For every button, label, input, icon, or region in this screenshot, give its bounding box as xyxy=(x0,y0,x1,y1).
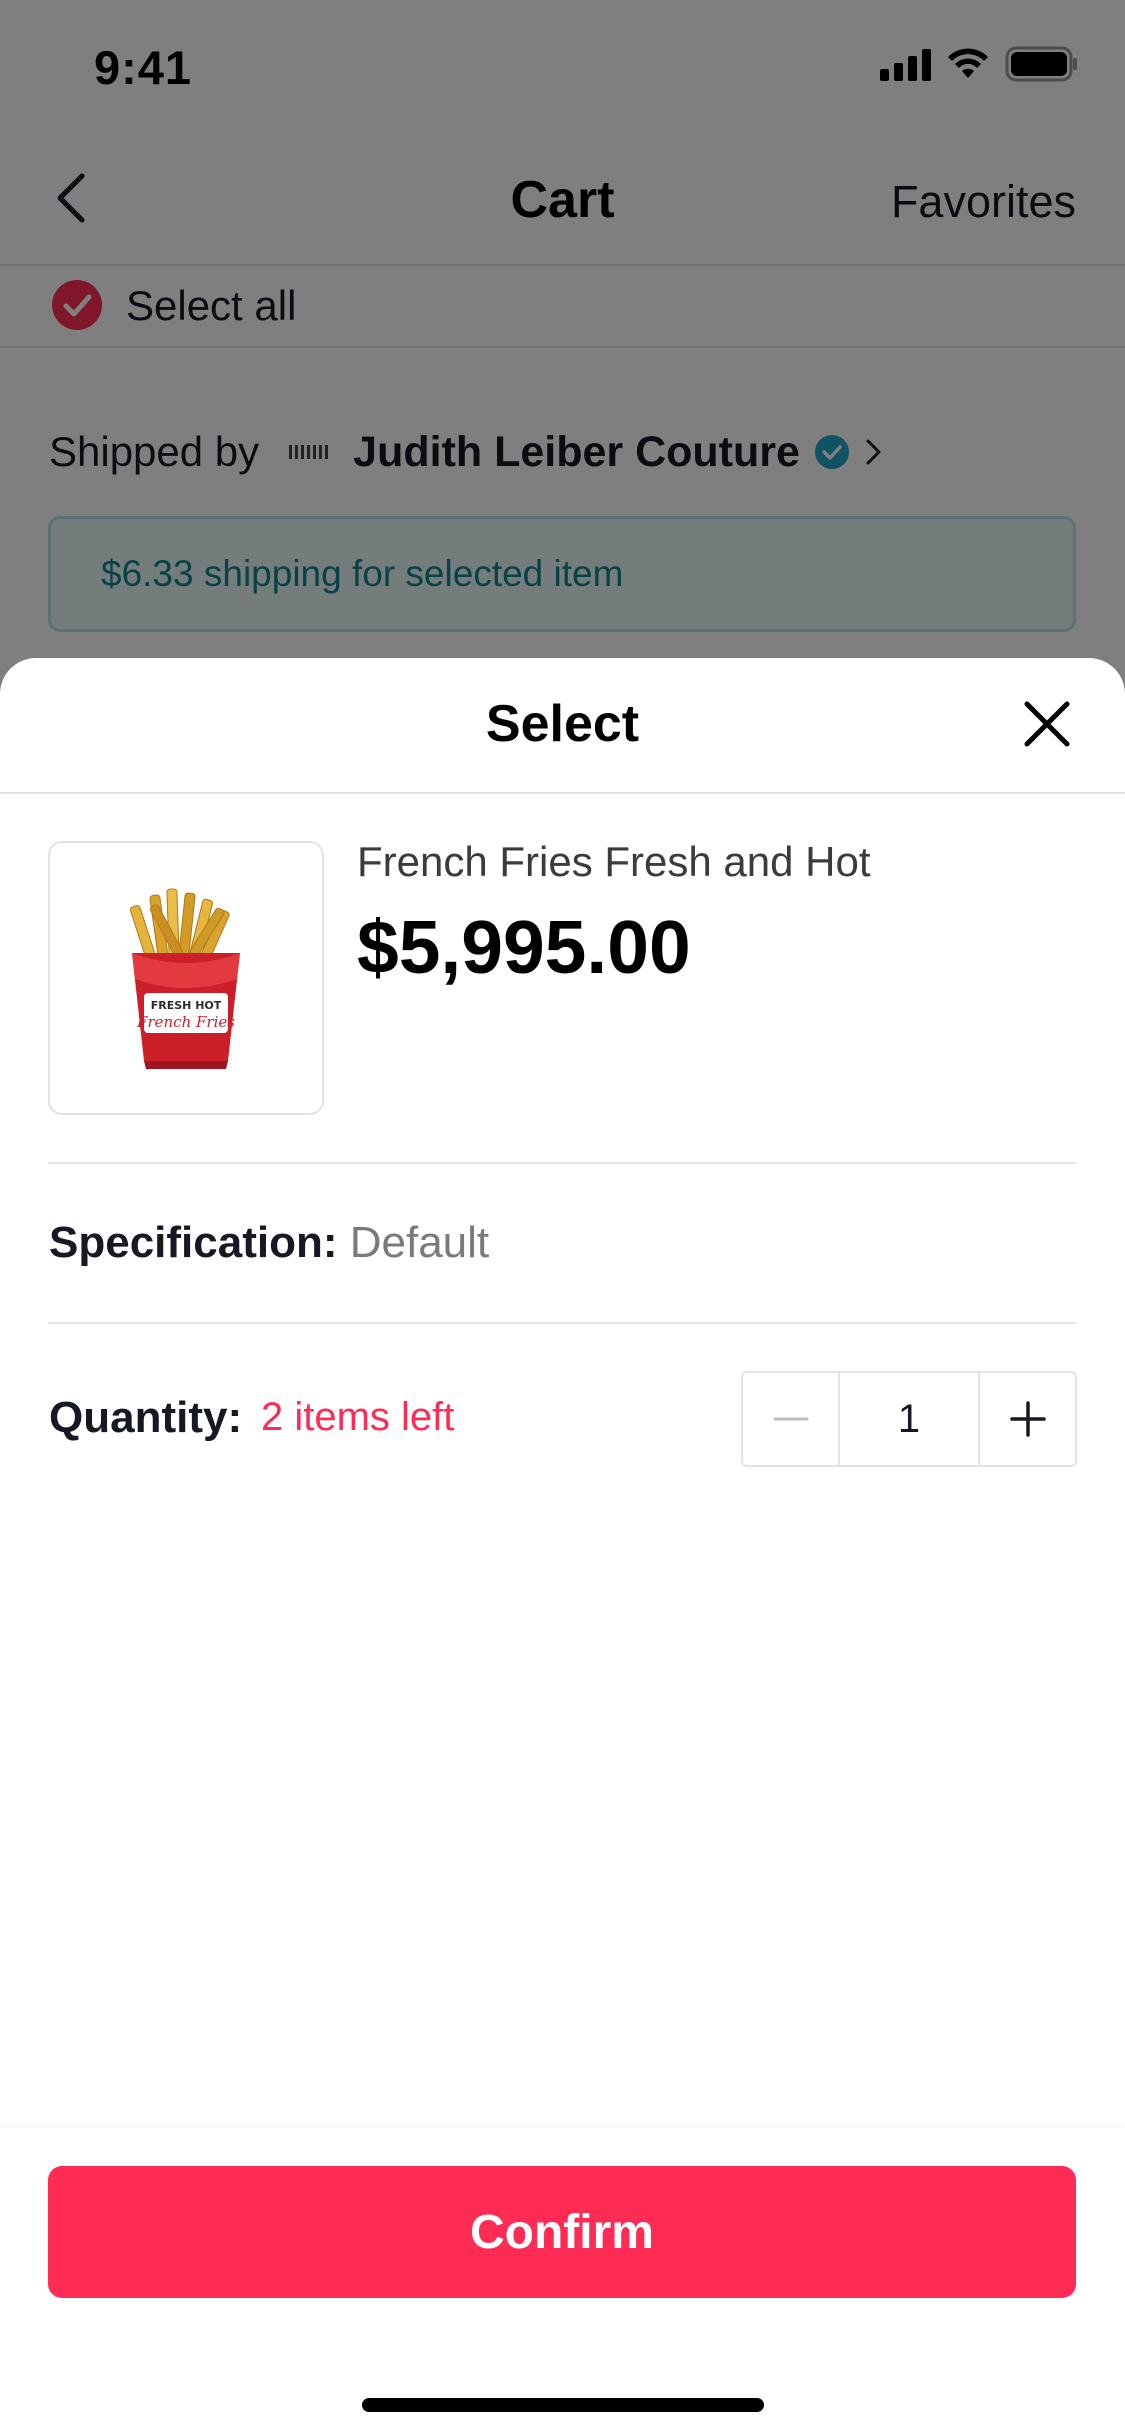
svg-text:French Fries: French Fries xyxy=(136,1013,235,1031)
divider xyxy=(48,1162,1076,1164)
minus-icon xyxy=(773,1417,808,1421)
close-icon[interactable] xyxy=(1019,696,1075,752)
select-sheet: Select FRESH HOT French Fries French Fri… xyxy=(0,658,1125,2436)
svg-text:FRESH HOT: FRESH HOT xyxy=(151,999,222,1012)
product-price: $5,995.00 xyxy=(357,905,691,989)
decrease-button[interactable] xyxy=(743,1373,838,1465)
quantity-label: Quantity: xyxy=(49,1393,243,1442)
product-name: French Fries Fresh and Hot xyxy=(357,838,871,885)
sheet-header: Select xyxy=(0,658,1125,794)
specification-value: Default xyxy=(349,1218,490,1267)
sheet-title: Select xyxy=(485,695,640,753)
stock-note: 2 items left xyxy=(261,1395,455,1439)
quantity-value[interactable]: 1 xyxy=(838,1373,980,1465)
confirm-button[interactable]: Confirm xyxy=(48,2166,1076,2298)
specification-label: Specification: xyxy=(49,1218,338,1267)
specification-row: Specification: Default xyxy=(49,1218,489,1268)
plus-icon xyxy=(1009,1401,1046,1437)
french-fries-image: FRESH HOT French Fries xyxy=(129,888,240,1069)
product-thumbnail: FRESH HOT French Fries xyxy=(48,841,324,1115)
home-indicator[interactable] xyxy=(362,2398,764,2412)
divider xyxy=(48,1322,1076,1324)
quantity-stepper: 1 xyxy=(741,1371,1077,1467)
increase-button[interactable] xyxy=(980,1373,1075,1465)
